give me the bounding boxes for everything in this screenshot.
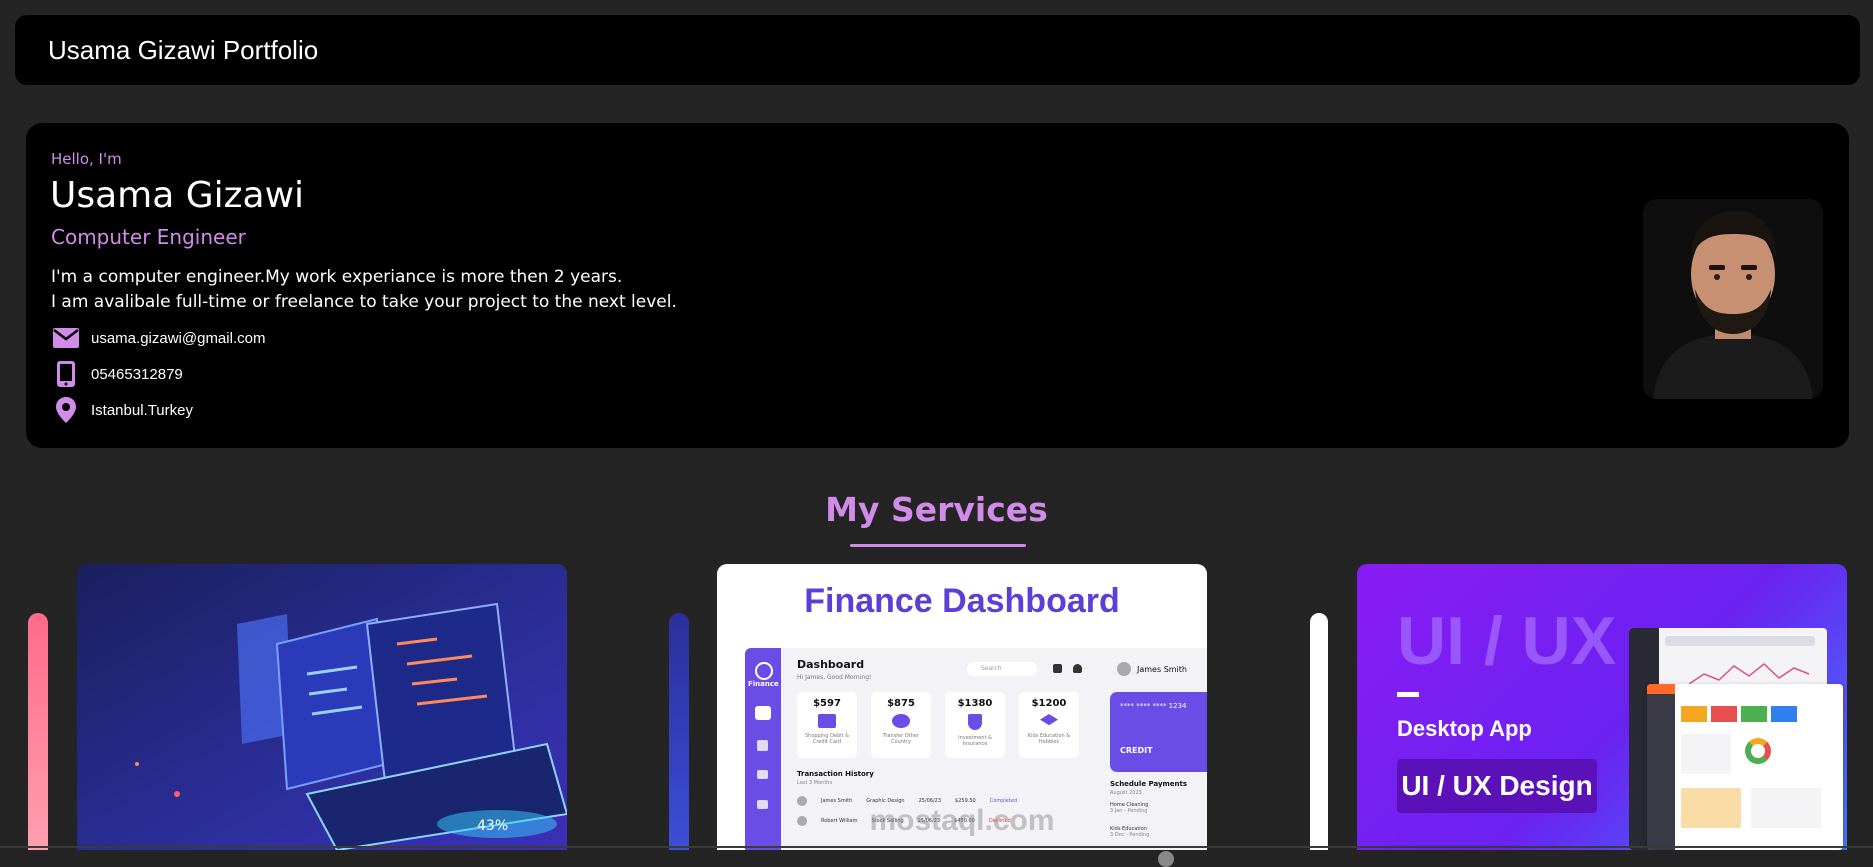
location-text: Istanbul.Turkey [91, 401, 193, 419]
stat-label: Shopping Debit & Credit Card [804, 733, 849, 745]
description-line-2: I am avalibale full-time or freelance to… [51, 292, 677, 312]
mock-front-sidebar [1647, 684, 1675, 850]
card-number: **** **** **** 1234 [1120, 702, 1187, 710]
mock-table [1751, 788, 1821, 828]
mail-icon [51, 323, 81, 353]
mock-tile-3 [1741, 706, 1767, 722]
calendar-icon [1053, 664, 1062, 673]
carousel-peek-right[interactable] [1310, 613, 1328, 850]
hero-section: Hello, I'm Usama Gizawi Computer Enginee… [26, 123, 1849, 448]
hero-description: I'm a computer engineer.My work experian… [51, 265, 677, 315]
mock-screen-front [1647, 684, 1843, 850]
mock-bar-chart [1681, 734, 1731, 774]
phone-icon [51, 359, 81, 389]
schedule-payments-sub: August 2023 [1110, 790, 1142, 796]
schedule-payments-title: Schedule Payments [1110, 780, 1188, 788]
stat-card-4: $1200 Kids Education & Hobbies [1019, 692, 1079, 758]
mock-tile-1 [1681, 706, 1707, 722]
transfer-icon [892, 714, 910, 728]
service-card-1[interactable]: 43% [77, 564, 567, 850]
contact-phone[interactable]: 05465312879 [51, 359, 183, 389]
mock-donut-chart [1745, 738, 1771, 764]
shield-icon [968, 714, 982, 730]
mock-topbar [1665, 636, 1815, 646]
search-placeholder: Search [981, 665, 1002, 672]
stat-value: $875 [887, 698, 915, 709]
finance-logo-icon [755, 662, 773, 680]
credit-card: **** **** **** 1234 CREDIT [1110, 692, 1207, 772]
carousel-peek-middle[interactable] [669, 613, 689, 850]
site-title[interactable]: Usama Gizawi Portfolio [48, 35, 318, 66]
stat-value: $597 [813, 698, 841, 709]
graduation-cap-icon [1040, 714, 1058, 726]
dashboard-subtitle: Hi James, Good Morning! [797, 674, 872, 681]
mock-tile-4 [1771, 706, 1797, 722]
user-avatar [1117, 662, 1131, 676]
stat-value: $1380 [957, 698, 993, 709]
greeting: Hello, I'm [51, 150, 122, 168]
service-card-3[interactable]: UI / UX Desktop App UI / UX Design [1357, 564, 1847, 850]
location-pin-icon [51, 395, 81, 425]
wallet-icon [757, 740, 768, 751]
stat-label: Kids Education & Hobbies [1027, 733, 1071, 745]
service-card-2[interactable]: Finance Dashboard Finance Dashboard Hi J… [717, 564, 1207, 850]
card-type: CREDIT [1120, 746, 1153, 755]
mock-world-map [1681, 788, 1741, 828]
description-line-1: I'm a computer engineer.My work experian… [51, 267, 623, 287]
stat-label: Transfer Other Country [883, 733, 919, 745]
services-heading: My Services [825, 490, 1048, 529]
uiux-big-text: UI / UX [1397, 603, 1617, 679]
top-navbar: Usama Gizawi Portfolio [15, 15, 1860, 85]
svg-text:43%: 43% [477, 818, 508, 834]
tech-illustration: 43% [77, 564, 567, 850]
bell-icon [1073, 664, 1082, 673]
uiux-badge-text: UI / UX Design [1401, 770, 1593, 801]
transaction-history-sub: Last 3 Months [797, 780, 833, 786]
finance-heading: Finance Dashboard [804, 582, 1120, 620]
stat-label: Investment & Insurance [958, 735, 992, 747]
stat-card-2: $875 Transfer Other Country [871, 692, 931, 758]
services-underline [850, 544, 1026, 547]
dashboard-title: Dashboard [797, 658, 865, 671]
uiux-badge: UI / UX Design [1397, 759, 1597, 813]
profile-photo [1643, 199, 1823, 399]
card-icon [818, 714, 836, 728]
user-name: James Smith [1137, 665, 1187, 674]
chart-icon [757, 770, 768, 779]
page-bottom-divider [0, 846, 1873, 848]
hero-name: Usama Gizawi [50, 175, 305, 216]
carousel-peek-left[interactable] [28, 613, 48, 850]
scroll-indicator[interactable] [1158, 851, 1174, 867]
mock-front-brand [1647, 684, 1675, 694]
contact-location[interactable]: Istanbul.Turkey [51, 395, 193, 425]
email-text: usama.gizawi@gmail.com [91, 329, 266, 347]
stat-card-1: $597 Shopping Debit & Credit Card [797, 692, 857, 758]
hero-role: Computer Engineer [51, 225, 246, 249]
dashboard-search: Search [967, 662, 1037, 676]
stat-card-3: $1380 Investment & Insurance [945, 692, 1005, 758]
home-icon [755, 706, 771, 720]
mock-tile-2 [1711, 706, 1737, 722]
stat-value: $1200 [1031, 698, 1067, 709]
phone-text: 05465312879 [91, 365, 183, 383]
contact-email[interactable]: usama.gizawi@gmail.com [51, 323, 265, 353]
transaction-history-title: Transaction History [797, 770, 874, 778]
finance-app-name: Finance [748, 680, 779, 688]
uiux-subtitle: Desktop App [1397, 716, 1532, 741]
watermark: mostaql.com [869, 804, 1055, 837]
uiux-dash [1397, 692, 1419, 697]
